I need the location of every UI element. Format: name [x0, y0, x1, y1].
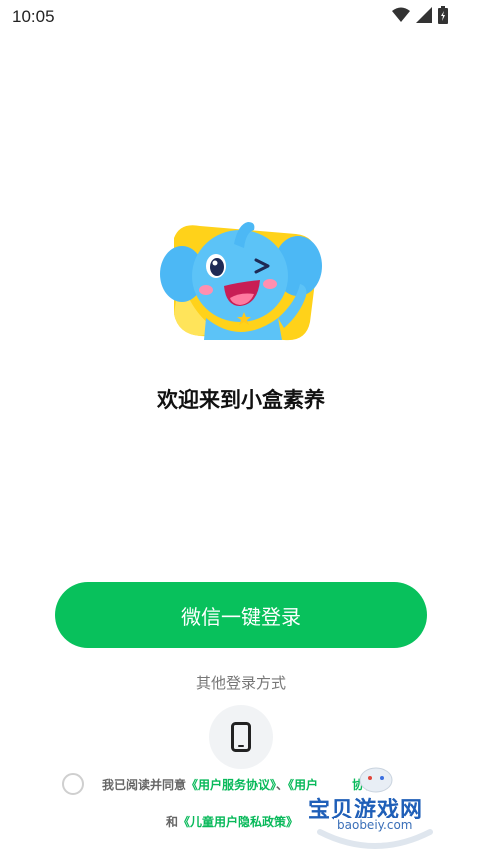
agreement-row-2: 和《儿童用户隐私政策》: [166, 813, 298, 830]
agreement-prefix: 我已阅读并同意: [102, 778, 187, 792]
agreement-checkbox[interactable]: [62, 773, 84, 795]
welcome-title: 欢迎来到小盒素养: [157, 388, 325, 412]
signal-icon: [416, 7, 432, 23]
status-time: 10:05: [12, 7, 55, 26]
other-login-label: 其他登录方式: [195, 674, 286, 692]
privacy-policy-link[interactable]: 《儿童用户隐私政策》: [178, 815, 298, 829]
status-icons: [392, 6, 448, 24]
mascot-elephant: [160, 222, 322, 341]
battery-icon: [438, 6, 448, 24]
agreement-and: 和: [166, 815, 179, 829]
phone-login-button[interactable]: [209, 705, 273, 769]
watermark-domain: baobeiy.com: [334, 818, 416, 832]
status-bar: 10:05: [0, 0, 482, 34]
wifi-icon: [392, 7, 410, 22]
phone-icon: [231, 722, 251, 752]
service-agreement-link[interactable]: 《用户服务协议》: [186, 778, 276, 792]
agreement-sep: 、: [276, 778, 289, 792]
mascot-logo: [160, 214, 324, 346]
watermark: 宝贝游戏网 baobeiy.com: [300, 762, 450, 852]
wechat-login-button[interactable]: 微信一键登录: [55, 582, 427, 648]
